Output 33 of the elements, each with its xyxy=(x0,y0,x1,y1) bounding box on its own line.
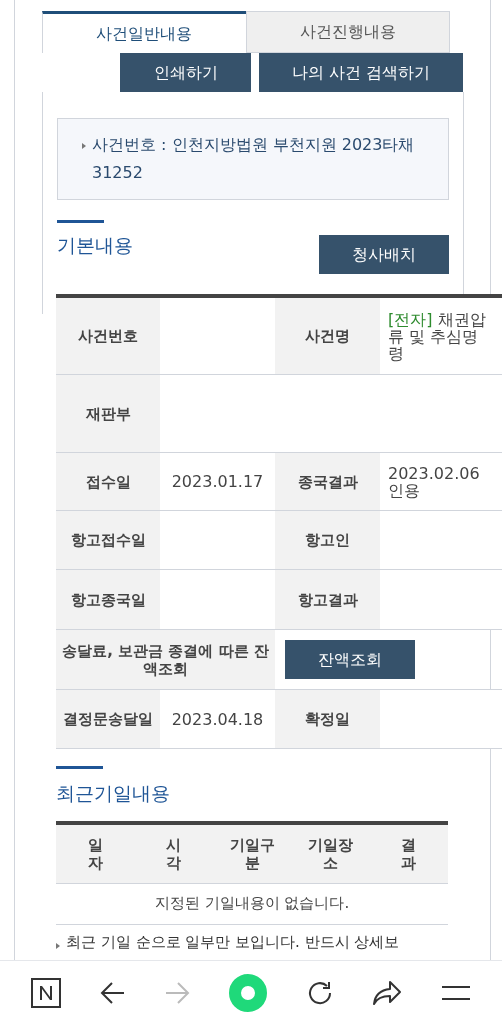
table-header-cell: 항고결과 xyxy=(275,570,380,629)
column-header: 시각 xyxy=(165,835,182,872)
column-header: 일자 xyxy=(86,835,104,872)
column-header: 기일구분 xyxy=(228,835,276,872)
empty-message: 지정된 기일내용이 없습니다. xyxy=(56,883,448,925)
table-header-cell: 송달료, 보관금 종결에 따른 잔액조회 xyxy=(56,630,275,689)
table-header-cell: 항고접수일 xyxy=(56,511,160,569)
bullet-icon xyxy=(56,942,60,949)
note-text: 최근 기일 순으로 일부만 보입니다. 반드시 상세보 xyxy=(66,931,400,953)
table-header-cell: 결정문송달일 xyxy=(56,690,160,748)
table-header-cell: 사건명 xyxy=(275,298,380,374)
balance-button[interactable]: 잔액조회 xyxy=(285,640,415,679)
tab[interactable]: 사건진행내용 xyxy=(245,11,450,53)
share-icon[interactable] xyxy=(372,979,403,1006)
menu-icon[interactable] xyxy=(440,983,471,1002)
case-number-text: 사건번호 : 인천지방법원 부천지원 2023타채31252 xyxy=(92,134,416,184)
table-header-cell: 항고종국일 xyxy=(56,570,160,629)
section-title: 기본내용 xyxy=(57,233,133,258)
bullet-icon xyxy=(82,143,86,149)
table-header-cell: 항고인 xyxy=(275,511,380,569)
section-title: 최근기일내용 xyxy=(56,781,171,806)
column-header: 결과 xyxy=(400,835,418,872)
building-layout-button[interactable]: 청사배치 xyxy=(319,235,449,274)
table-header-cell: 접수일 xyxy=(56,453,160,510)
tab[interactable]: 사건일반내용 xyxy=(42,11,246,53)
table-header-cell: 종국결과 xyxy=(275,453,380,510)
back-icon[interactable] xyxy=(99,980,126,1005)
table-header-cell: 재판부 xyxy=(56,375,160,452)
table-header-cell: 사건번호 xyxy=(56,298,160,374)
table-header-cell: 확정일 xyxy=(275,690,380,748)
print-button[interactable]: 인쇄하기 xyxy=(120,53,251,92)
column-header: 기일장소 xyxy=(306,835,354,872)
search-button[interactable]: 나의 사건 검색하기 xyxy=(259,53,463,92)
